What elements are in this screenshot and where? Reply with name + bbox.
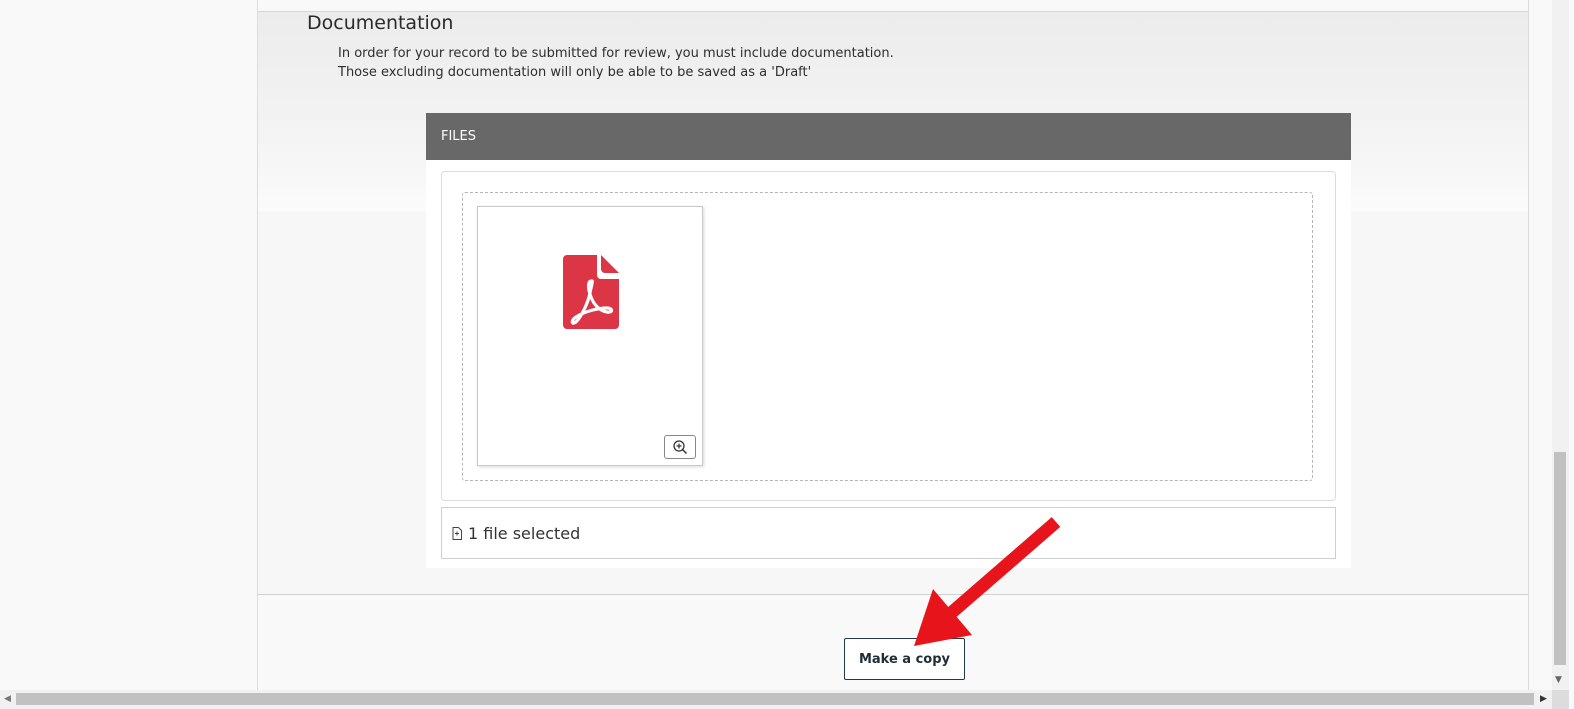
- files-box: [441, 171, 1336, 501]
- documentation-description: In order for your record to be submitted…: [338, 44, 894, 82]
- horizontal-scrollbar-thumb[interactable]: [16, 693, 1534, 705]
- content-right-border: [1528, 0, 1529, 690]
- scrollbar-corner: [1552, 690, 1569, 709]
- files-section: FILES 1 file selected: [426, 113, 1351, 568]
- horizontal-scrollbar[interactable]: ◀ ▶: [0, 690, 1552, 709]
- documentation-title: Documentation: [307, 12, 454, 34]
- file-icon: [452, 526, 462, 540]
- file-selection-text: 1 file selected: [468, 523, 581, 543]
- scroll-left-arrow-icon[interactable]: ◀: [4, 694, 11, 704]
- documentation-description-line-1: In order for your record to be submitted…: [338, 46, 894, 61]
- page: Documentation In order for your record t…: [0, 0, 1574, 709]
- vertical-scrollbar[interactable]: ▼: [1552, 0, 1569, 690]
- pdf-file-icon: [563, 255, 619, 329]
- zoom-preview-button[interactable]: [664, 435, 696, 459]
- vertical-scrollbar-thumb[interactable]: [1554, 452, 1566, 665]
- zoom-in-icon: [673, 440, 688, 455]
- scroll-right-arrow-icon[interactable]: ▶: [1540, 694, 1547, 704]
- files-header: FILES: [426, 113, 1351, 160]
- make-copy-button[interactable]: Make a copy: [844, 638, 965, 680]
- documentation-description-line-2: Those excluding documentation will only …: [338, 65, 812, 80]
- file-dropzone[interactable]: [462, 192, 1313, 481]
- file-selection-status: 1 file selected: [441, 507, 1336, 559]
- scroll-down-arrow-icon[interactable]: ▼: [1555, 676, 1562, 685]
- file-card[interactable]: [477, 206, 703, 466]
